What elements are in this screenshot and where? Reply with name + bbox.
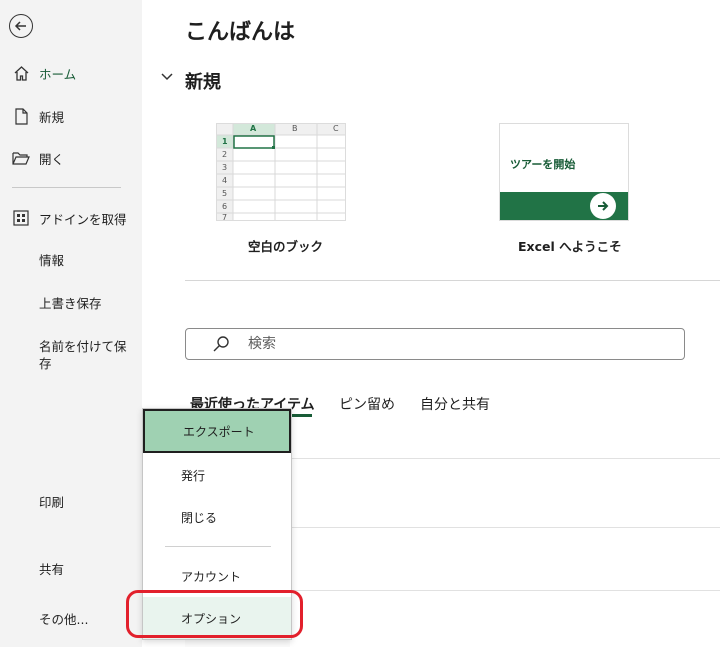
sidebar-item-get-addins[interactable]: アドインを取得 xyxy=(0,207,142,229)
tab-pinned[interactable]: ピン留め xyxy=(339,394,395,414)
recent-list xyxy=(290,458,720,647)
sidebar-item-label: ホーム xyxy=(39,66,77,82)
welcome-thumbnail: ツアーを開始 xyxy=(499,123,629,221)
chevron-down-icon[interactable] xyxy=(160,70,174,84)
grid-icon xyxy=(11,208,31,228)
sheet-row-header: 7 xyxy=(222,213,228,221)
sidebar-item-home[interactable]: ホーム xyxy=(0,62,142,84)
menu-item-account[interactable]: アカウント xyxy=(143,562,291,590)
template-label: 空白のブック xyxy=(248,239,324,254)
section-title-new: 新規 xyxy=(185,72,221,93)
sheet-row-header: 6 xyxy=(222,202,228,211)
sheet-column-header: B xyxy=(292,124,298,133)
list-divider xyxy=(290,590,720,591)
tour-start-text: ツアーを開始 xyxy=(510,158,576,171)
sheet-column-header: C xyxy=(333,124,339,133)
highlight-annotation xyxy=(126,590,303,638)
sheet-row-header: 2 xyxy=(222,150,228,159)
sidebar-item-label: アドインを取得 xyxy=(39,211,127,227)
sidebar-divider xyxy=(12,187,121,188)
list-divider xyxy=(290,527,720,528)
back-button[interactable] xyxy=(9,14,33,38)
menu-divider xyxy=(165,546,271,547)
sidebar-item-label: 開く xyxy=(39,151,65,167)
arrow-right-icon xyxy=(590,193,616,219)
sheet-row-header: 5 xyxy=(222,189,228,198)
sidebar-item-new[interactable]: 新規 xyxy=(0,105,142,127)
spreadsheet-grid-icon xyxy=(217,124,345,220)
new-document-icon xyxy=(11,106,31,126)
tab-shared[interactable]: 自分と共有 xyxy=(420,394,490,414)
sidebar-item-label: 新規 xyxy=(39,109,65,125)
blank-workbook-thumbnail: A B C 1 2 3 4 5 6 7 xyxy=(216,123,346,221)
sidebar-item-open[interactable]: 開く xyxy=(0,147,142,169)
menu-item-publish[interactable]: 発行 xyxy=(143,461,291,489)
sidebar-item-save-as[interactable]: 名前を付けて保存 xyxy=(39,338,127,372)
home-icon xyxy=(11,63,31,83)
sidebar-item-print[interactable]: 印刷 xyxy=(39,494,131,511)
sidebar-item-info[interactable]: 情報 xyxy=(39,252,131,269)
sidebar-item-more[interactable]: その他... xyxy=(39,611,131,628)
folder-open-icon xyxy=(11,148,31,168)
template-label: Excel へようこそ xyxy=(518,239,622,254)
sheet-column-header: A xyxy=(250,124,257,133)
section-divider xyxy=(185,280,720,281)
sheet-row-header: 4 xyxy=(222,176,228,185)
search-box[interactable] xyxy=(185,328,685,360)
sidebar-item-share[interactable]: 共有 xyxy=(39,561,131,578)
sidebar-item-save[interactable]: 上書き保存 xyxy=(39,295,131,312)
search-icon xyxy=(213,336,229,352)
template-welcome-excel[interactable]: ツアーを開始 Excel へようこそ xyxy=(499,123,639,254)
sheet-row-header: 1 xyxy=(222,137,228,146)
sheet-row-header: 3 xyxy=(222,163,228,172)
list-divider xyxy=(290,458,720,459)
page-title: こんばんは xyxy=(185,20,296,45)
search-input[interactable] xyxy=(246,335,630,353)
arrow-left-icon xyxy=(14,21,26,31)
backstage-sidebar: ホーム 新規 開く アドインを取得 情報 上書き保存 名前を付けて保存 印刷 共… xyxy=(0,0,142,647)
menu-item-export[interactable]: エクスポート xyxy=(143,409,291,453)
menu-item-close[interactable]: 閉じる xyxy=(143,503,291,531)
template-blank-workbook[interactable]: A B C 1 2 3 4 5 6 7 空白のブック xyxy=(216,123,346,254)
